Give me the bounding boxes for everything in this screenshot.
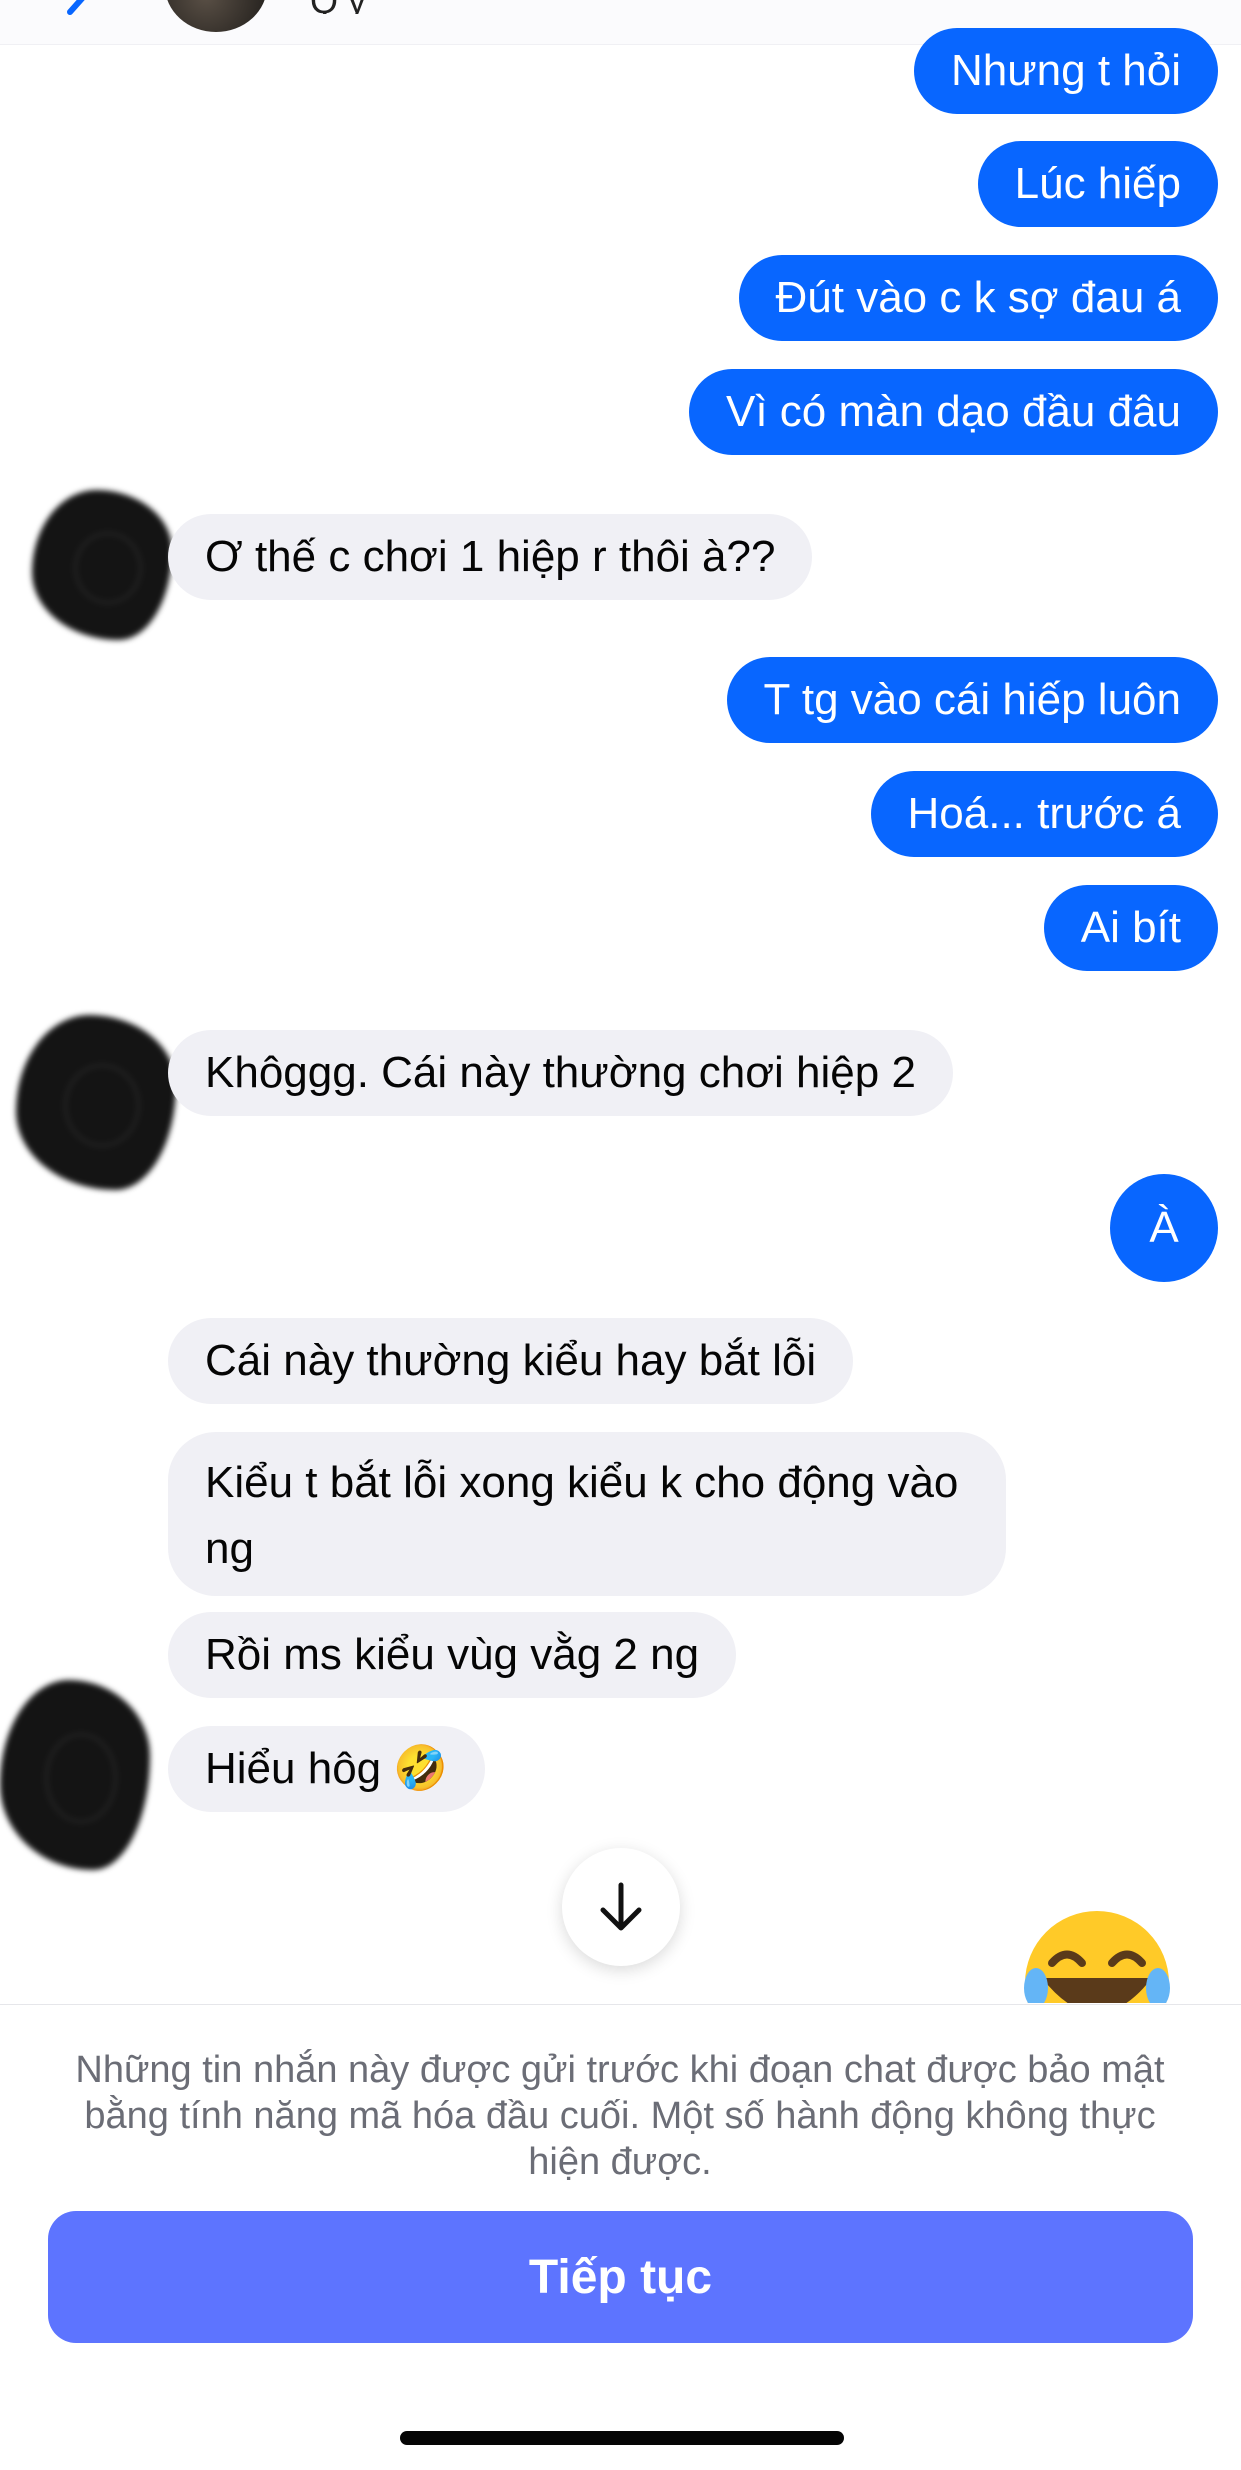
sender-avatar[interactable] (0, 1680, 150, 1870)
encryption-notice-panel: Những tin nhắn này được gửi trước khi đo… (0, 2004, 1241, 2470)
message-bubble-outgoing[interactable]: Đút vào c k sợ đau á (738, 255, 1218, 341)
tears-of-joy-emoji-icon (1024, 1911, 1170, 2003)
laughing-emoji-reaction[interactable] (1022, 1908, 1172, 2003)
scroll-to-bottom-button[interactable] (562, 1848, 680, 1966)
message-bubble-outgoing[interactable]: Lúc hiếp (977, 141, 1218, 227)
encryption-notice-text: Những tin nhắn này được gửi trước khi đo… (75, 2049, 1165, 2183)
message-bubble-incoming[interactable]: Kiểu t bắt lỗi xong kiểu k cho động vào … (168, 1432, 1006, 1596)
arrow-down-icon (600, 1882, 642, 1931)
message-bubble-outgoing[interactable]: Hoá... trước á (870, 771, 1218, 857)
message-bubble-incoming[interactable]: Cái này thường kiểu hay bắt lỗi (168, 1318, 854, 1404)
message-bubble-outgoing[interactable]: T tg vào cái hiếp luôn (726, 657, 1218, 743)
home-indicator[interactable] (400, 2431, 844, 2445)
continue-button[interactable]: Tiếp tục (48, 2211, 1193, 2343)
message-bubble-outgoing[interactable]: Nhưng t hỏi (913, 28, 1218, 114)
message-bubble-outgoing[interactable]: Ai bít (1043, 885, 1218, 971)
message-list[interactable]: Nhưng t hỏi Lúc hiếp Đút vào c k sợ đau … (0, 0, 1241, 2003)
sender-avatar[interactable] (32, 490, 172, 640)
message-bubble-outgoing[interactable]: À (1110, 1174, 1218, 1282)
message-bubble-incoming[interactable]: Hiểu hôg 🤣 (168, 1726, 486, 1812)
message-bubble-incoming[interactable]: Ơ thế c chơi 1 hiệp r thôi à?? (168, 514, 813, 600)
message-bubble-incoming[interactable]: Rồi ms kiểu vùg vằg 2 ng (168, 1612, 737, 1698)
message-bubble-incoming[interactable]: Khôggg. Cái này thường chơi hiệp 2 (168, 1030, 953, 1116)
sender-avatar[interactable] (16, 1015, 176, 1190)
message-bubble-outgoing[interactable]: Vì có màn dạo đầu đâu (689, 369, 1218, 455)
